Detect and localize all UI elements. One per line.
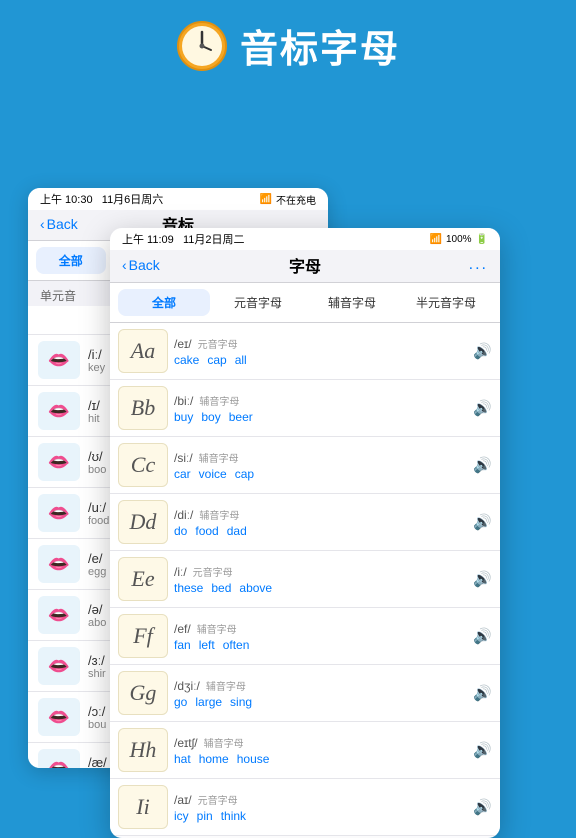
sound-button[interactable]: 🔊 <box>473 684 492 702</box>
throat-icon: 👄 <box>38 698 80 736</box>
throat-icon: 👄 <box>38 392 80 430</box>
front-tab-all[interactable]: 全部 <box>118 289 210 316</box>
front-nav-bar: ‹ Back 字母 ... <box>110 250 500 283</box>
throat-icon: 👄 <box>38 443 80 481</box>
sound-button[interactable]: 🔊 <box>473 342 492 360</box>
sound-button[interactable]: 🔊 <box>473 399 492 417</box>
more-options-button[interactable]: ... <box>469 256 488 274</box>
throat-icon: 👄 <box>38 647 80 685</box>
front-nav-title: 字母 <box>289 253 321 277</box>
letter-thumb-gg: Gg <box>118 671 168 715</box>
clock-icon <box>176 20 228 72</box>
back-status-bar: 上午 10:30 11月6日周六 📶 不在充电 <box>28 188 328 210</box>
letter-thumb-dd: Dd <box>118 500 168 544</box>
letter-thumb-ii: Ii <box>118 785 168 829</box>
throat-icon: 👄 <box>38 545 80 583</box>
app-title: 音标字母 <box>240 18 400 73</box>
list-item[interactable]: Ii /aɪ/ 元音字母 icy pin think 🔊 <box>110 779 500 836</box>
letter-thumb-ee: Ee <box>118 557 168 601</box>
sound-button[interactable]: 🔊 <box>473 456 492 474</box>
throat-icon: 👄 <box>38 341 80 379</box>
letter-thumb-bb: Bb <box>118 386 168 430</box>
battery-icon: 🔋 <box>476 234 488 245</box>
letter-thumb-hh: Hh <box>118 728 168 772</box>
list-item[interactable]: Dd /diː/ 辅音字母 do food dad 🔊 <box>110 494 500 551</box>
list-item[interactable]: Hh /eɪtʃ/ 辅音字母 hat home house 🔊 <box>110 722 500 779</box>
back-status-time: 上午 10:30 11月6日周六 <box>40 191 163 207</box>
front-segment-bar: 全部 元音字母 辅音字母 半元音字母 <box>110 283 500 323</box>
list-item[interactable]: Bb /biː/ 辅音字母 buy boy beer 🔊 <box>110 380 500 437</box>
letter-thumb-aa: Aa <box>118 329 168 373</box>
front-tab-consonant[interactable]: 辅音字母 <box>306 289 398 316</box>
sound-button[interactable]: 🔊 <box>473 627 492 645</box>
letter-thumb-cc: Cc <box>118 443 168 487</box>
wifi-signal-icon: 📶 <box>430 234 442 245</box>
throat-icon: 👄 <box>38 749 80 768</box>
back-nav-back-button[interactable]: ‹ Back <box>40 216 78 232</box>
list-item[interactable]: Aa /eɪ/ 元音字母 cake cap all 🔊 <box>110 323 500 380</box>
list-item[interactable]: Ff /ef/ 辅音字母 fan left often 🔊 <box>110 608 500 665</box>
letter-thumb-ff: Ff <box>118 614 168 658</box>
front-status-icons: 📶 100% 🔋 <box>430 234 488 245</box>
list-item[interactable]: Cc /siː/ 辅音字母 car voice cap 🔊 <box>110 437 500 494</box>
front-panel: 上午 11:09 11月2日周二 📶 100% 🔋 ‹ Back 字母 ... … <box>110 228 500 838</box>
sound-button[interactable]: 🔊 <box>473 741 492 759</box>
back-tab-all[interactable]: 全部 <box>36 247 106 274</box>
sound-button[interactable]: 🔊 <box>473 570 492 588</box>
chevron-left-icon: ‹ <box>40 216 45 232</box>
back-status-icons: 📶 不在充电 <box>260 192 316 207</box>
front-nav-back-button[interactable]: ‹ Back <box>122 257 160 273</box>
list-item[interactable]: Gg /dʒiː/ 辅音字母 go large sing 🔊 <box>110 665 500 722</box>
list-item[interactable]: Ee /iː/ 元音字母 these bed above 🔊 <box>110 551 500 608</box>
app-header: 音标字母 <box>0 0 576 89</box>
sound-button[interactable]: 🔊 <box>473 513 492 531</box>
panels-area: 上午 10:30 11月6日周六 📶 不在充电 ‹ Back 音标 全部 单元音… <box>0 88 576 768</box>
front-tab-semivowel[interactable]: 半元音字母 <box>400 289 492 316</box>
sound-button[interactable]: 🔊 <box>473 798 492 816</box>
front-status-bar: 上午 11:09 11月2日周二 📶 100% 🔋 <box>110 228 500 250</box>
throat-icon: 👄 <box>38 596 80 634</box>
front-list: Aa /eɪ/ 元音字母 cake cap all 🔊 Bb <box>110 323 500 838</box>
wifi-icon: 📶 <box>260 194 272 205</box>
front-status-time: 上午 11:09 11月2日周二 <box>122 231 245 247</box>
chevron-left-icon: ‹ <box>122 257 127 273</box>
front-tab-vowel[interactable]: 元音字母 <box>212 289 304 316</box>
throat-icon: 👄 <box>38 494 80 532</box>
